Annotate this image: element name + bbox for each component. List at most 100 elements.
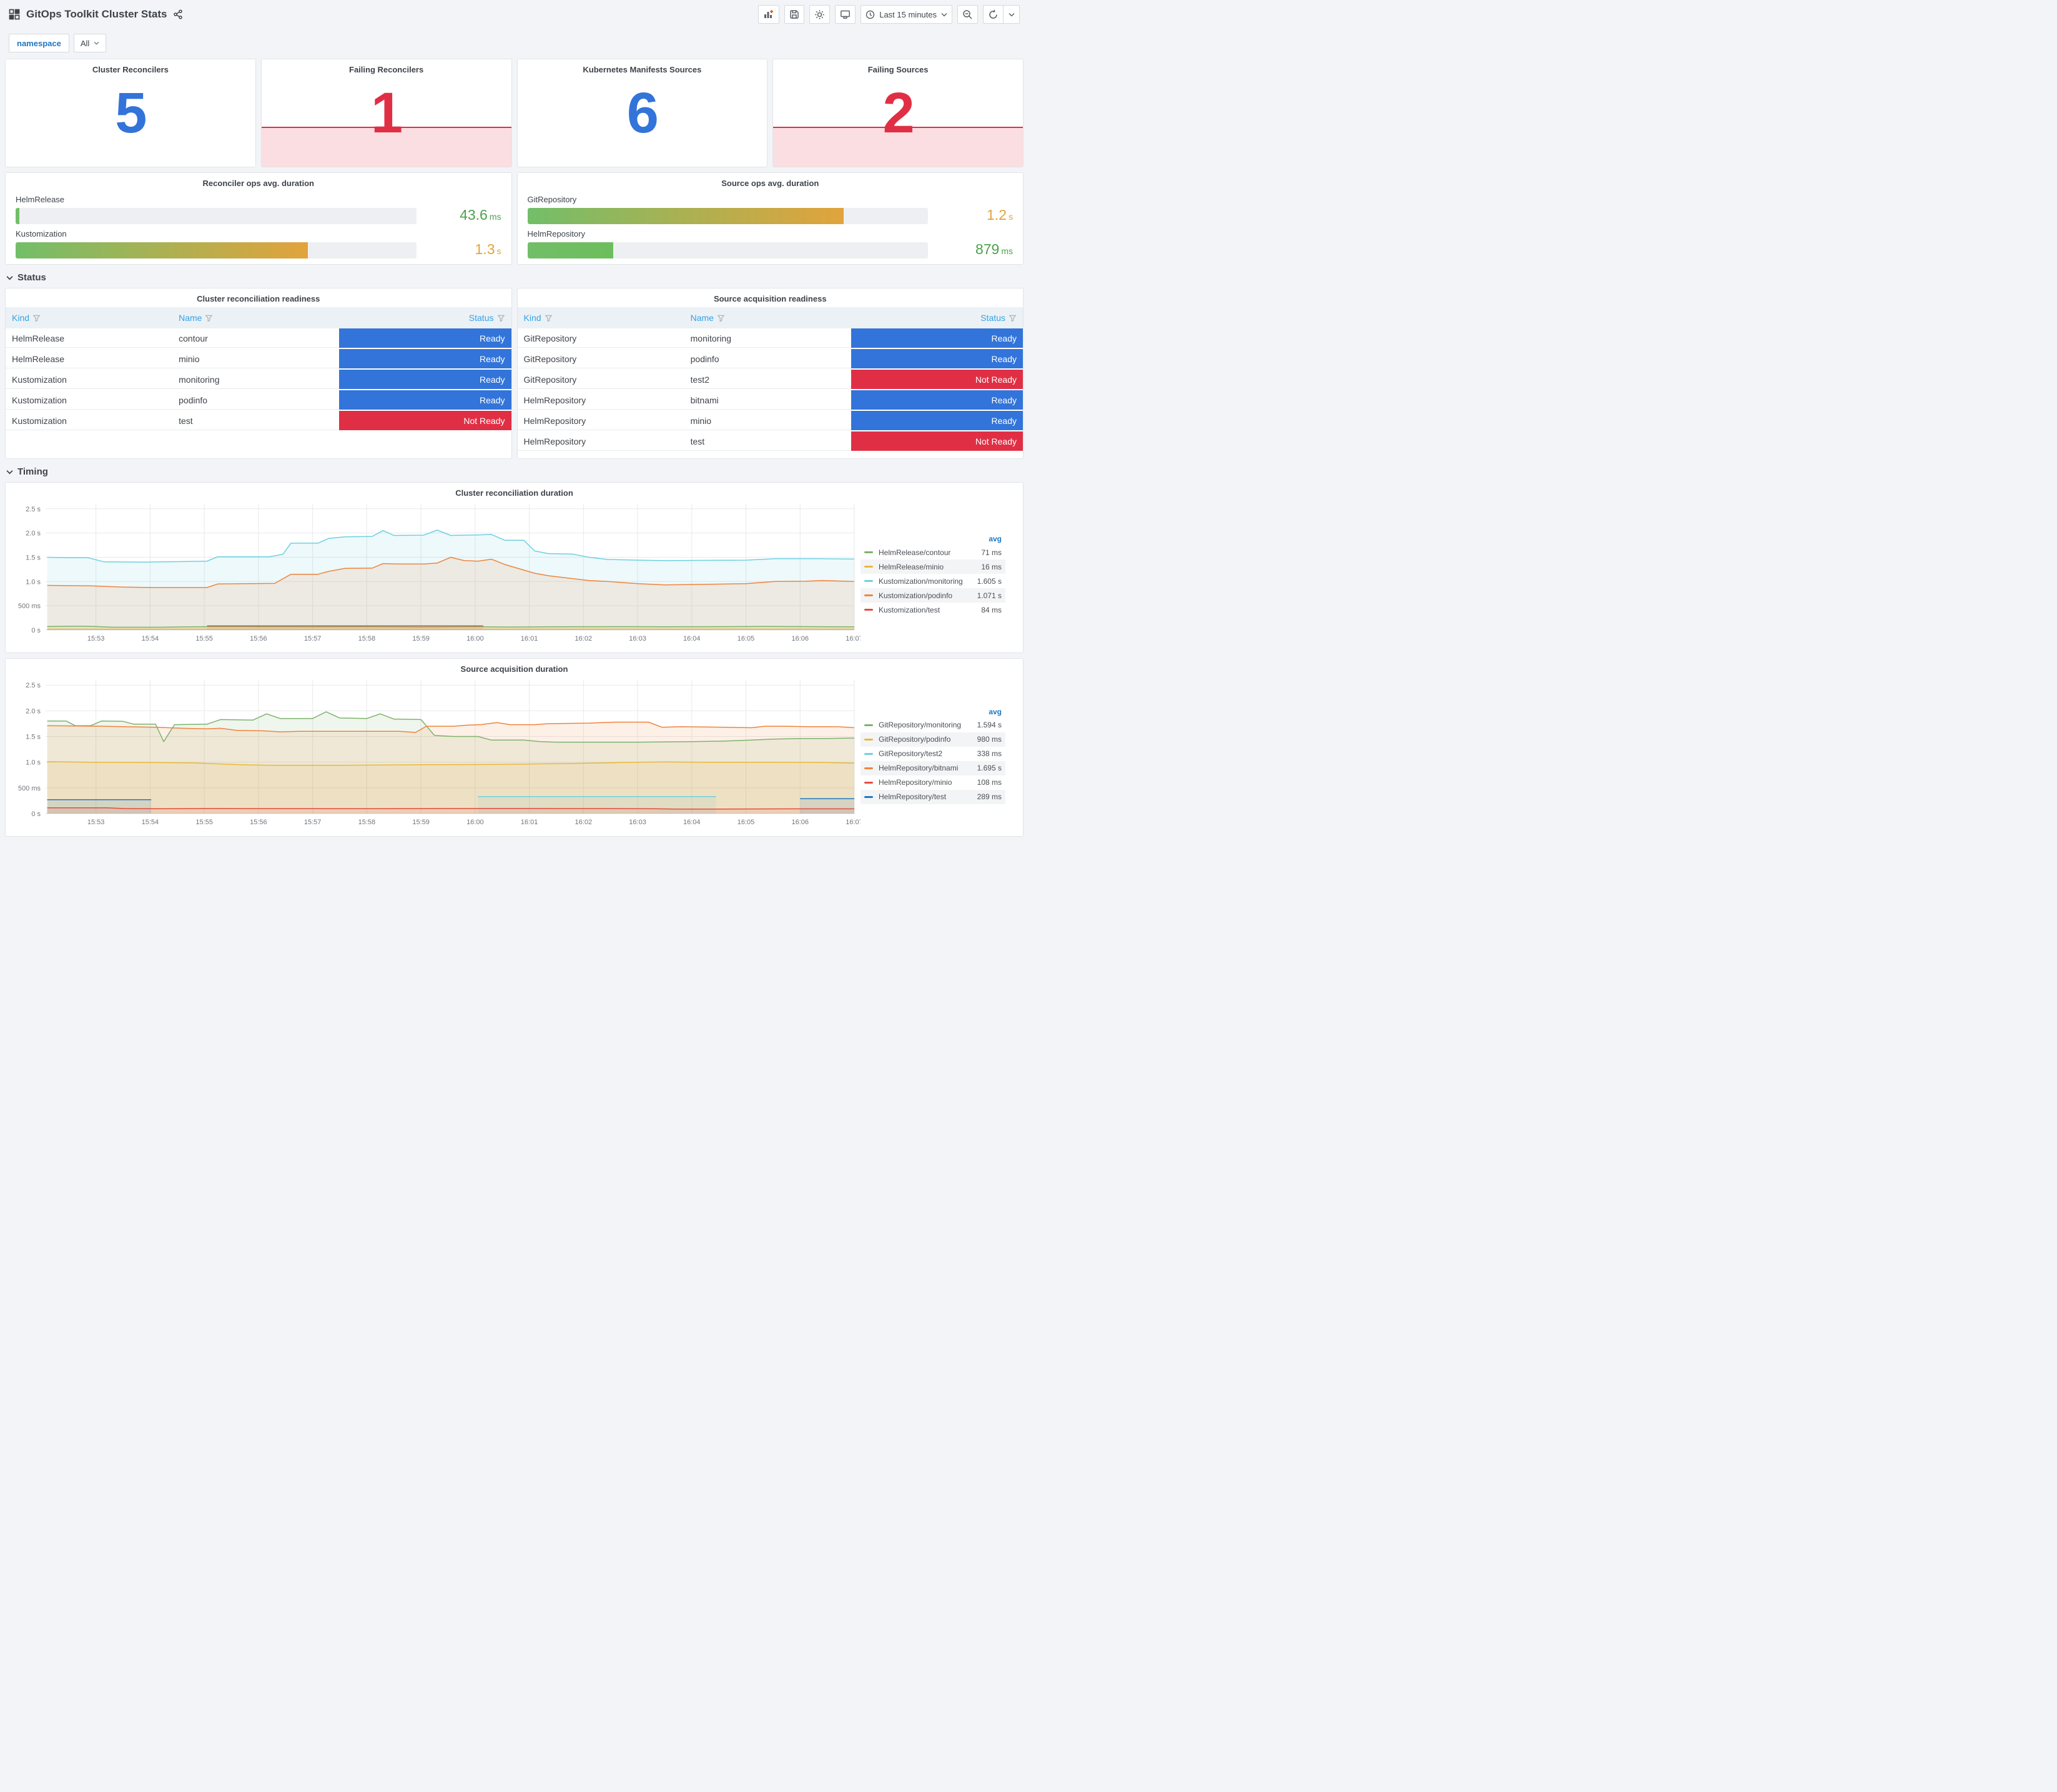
panel-title[interactable]: Cluster Reconcilers — [6, 59, 255, 76]
legend-item[interactable]: Kustomization/monitoring 1.605 s — [861, 574, 1005, 588]
svg-text:15:53: 15:53 — [87, 635, 105, 642]
column-header-status[interactable]: Status — [851, 307, 1023, 328]
zoom-out-button[interactable] — [957, 5, 978, 24]
cluster-reconciliation-duration-panel: Cluster reconciliation duration 15:53 15:… — [5, 482, 1024, 653]
cell-kind: HelmRelease — [6, 349, 173, 370]
svg-text:15:57: 15:57 — [304, 635, 322, 642]
svg-text:1.0 s: 1.0 s — [26, 578, 41, 586]
bar-gauge-row: GitRepository 1.2 s — [527, 195, 1013, 225]
cell-kind: GitRepository — [517, 349, 684, 370]
refresh-button[interactable] — [983, 5, 1004, 24]
series-avg-value: 338 ms — [977, 749, 1002, 758]
bar-gauge-value: 1.3 s — [475, 241, 501, 257]
svg-text:16:07: 16:07 — [846, 819, 861, 826]
panel-title[interactable]: Source acquisition readiness — [518, 288, 1024, 305]
status-badge: Ready — [851, 328, 1023, 349]
table-row: GitRepository monitoring Ready — [517, 328, 1023, 349]
svg-text:1.5 s: 1.5 s — [26, 554, 41, 561]
legend-item[interactable]: GitRepository/test2 338 ms — [861, 747, 1005, 761]
legend-avg-header[interactable]: avg — [861, 706, 1005, 718]
table-row: GitRepository podinfo Ready — [517, 349, 1023, 370]
series-color-dash — [864, 551, 873, 553]
series-avg-value: 108 ms — [977, 778, 1002, 787]
series-name: HelmRepository/bitnami — [879, 764, 959, 772]
column-header-name[interactable]: Name — [684, 307, 851, 328]
timeseries-chart[interactable]: 15:53 15:54 15:55 15:56 15:57 15:58 15:59 16:00… — [8, 675, 861, 829]
bar-gauge-row: Kustomization 1.3 s — [16, 229, 501, 259]
svg-text:16:05: 16:05 — [737, 819, 755, 826]
panel-title[interactable]: Failing Reconcilers — [262, 59, 511, 76]
cell-kind: Kustomization — [6, 370, 173, 390]
add-panel-button[interactable] — [758, 5, 780, 24]
panel-title[interactable]: Cluster reconciliation readiness — [6, 288, 511, 305]
cell-name: monitoring — [684, 328, 851, 349]
tv-cycle-view-button[interactable] — [835, 5, 856, 24]
legend-avg-header[interactable]: avg — [861, 533, 1005, 545]
dashboard-variables: namespace All — [0, 25, 1028, 59]
series-name: HelmRelease/contour — [879, 548, 951, 557]
dashboard-settings-button[interactable] — [809, 5, 831, 24]
svg-text:16:07: 16:07 — [846, 635, 861, 642]
bar-gauge-track — [527, 207, 928, 224]
series-color-dash — [864, 609, 873, 611]
series-avg-value: 16 ms — [981, 562, 1002, 571]
panel-title[interactable]: Failing Sources — [773, 59, 1023, 76]
svg-text:15:54: 15:54 — [142, 819, 159, 826]
legend-rows: HelmRelease/contour 71 ms HelmRelease/mi… — [861, 545, 1005, 617]
cluster-readiness-panel: Cluster reconciliation readiness Kind Na… — [5, 288, 512, 459]
refresh-interval-dropdown[interactable] — [1004, 5, 1020, 24]
table-row: HelmRepository test Not Ready — [517, 431, 1023, 452]
svg-text:15:54: 15:54 — [142, 635, 159, 642]
svg-text:15:56: 15:56 — [250, 635, 267, 642]
legend-item[interactable]: GitRepository/podinfo 980 ms — [861, 732, 1005, 747]
svg-text:2.0 s: 2.0 s — [26, 707, 41, 715]
time-range-label: Last 15 minutes — [879, 9, 937, 19]
section-timing[interactable]: Timing — [5, 459, 1024, 482]
stat-panel: Kubernetes Manifests Sources 6 — [516, 59, 768, 167]
share-icon[interactable] — [173, 9, 183, 19]
series-avg-value: 71 ms — [981, 548, 1002, 557]
legend-item[interactable]: Kustomization/podinfo 1.071 s — [861, 588, 1005, 603]
tables-row: Cluster reconciliation readiness Kind Na… — [5, 288, 1024, 459]
column-header-name[interactable]: Name — [172, 307, 340, 328]
panel-title[interactable]: Kubernetes Manifests Sources — [518, 59, 767, 76]
legend-item[interactable]: HelmRelease/minio 16 ms — [861, 559, 1005, 574]
column-header-kind[interactable]: Kind — [6, 307, 173, 328]
panel-title[interactable]: Reconciler ops avg. duration — [6, 173, 511, 189]
section-status[interactable]: Status — [5, 265, 1024, 288]
chevron-down-icon — [94, 41, 99, 45]
save-dashboard-button[interactable] — [784, 5, 805, 24]
series-avg-value: 289 ms — [977, 792, 1002, 801]
panel-title[interactable]: Cluster reconciliation duration — [6, 483, 1023, 499]
svg-text:16:03: 16:03 — [629, 635, 646, 642]
reconciler-ops-panel: Reconciler ops avg. duration HelmRelease… — [5, 172, 512, 265]
cell-name: podinfo — [172, 390, 340, 411]
status-badge: Ready — [851, 349, 1023, 370]
legend-item[interactable]: GitRepository/monitoring 1.594 s — [861, 718, 1005, 732]
legend-item[interactable]: HelmRepository/minio 108 ms — [861, 775, 1005, 790]
svg-text:16:06: 16:06 — [791, 635, 809, 642]
svg-text:500 ms: 500 ms — [18, 785, 41, 792]
chart-legend: avg HelmRelease/contour 71 ms HelmReleas… — [861, 499, 1012, 651]
panel-title[interactable]: Source acquisition duration — [6, 659, 1023, 675]
legend-item[interactable]: HelmRepository/bitnami 1.695 s — [861, 761, 1005, 775]
column-header-status[interactable]: Status — [339, 307, 511, 328]
column-header-kind[interactable]: Kind — [517, 307, 684, 328]
variable-label: namespace — [9, 34, 69, 52]
bar-gauge-label: Kustomization — [16, 229, 67, 239]
dashboard-title[interactable]: GitOps Toolkit Cluster Stats — [26, 8, 167, 21]
filter-funnel-icon — [1009, 315, 1017, 322]
svg-text:16:00: 16:00 — [466, 819, 484, 826]
bar-gauge-track — [16, 242, 417, 258]
panel-title[interactable]: Source ops avg. duration — [518, 173, 1024, 189]
timeseries-chart[interactable]: 15:53 15:54 15:55 15:56 15:57 15:58 15:59 16:00… — [8, 499, 861, 645]
legend-item[interactable]: HelmRelease/contour 71 ms — [861, 545, 1005, 559]
series-name: HelmRelease/minio — [879, 562, 944, 571]
series-color-dash — [864, 781, 873, 784]
cell-kind: GitRepository — [517, 370, 684, 390]
namespace-variable-dropdown[interactable]: All — [73, 34, 107, 52]
series-name: Kustomization/test — [879, 605, 940, 614]
time-range-picker[interactable]: Last 15 minutes — [861, 5, 952, 24]
legend-item[interactable]: HelmRepository/test 289 ms — [861, 789, 1005, 804]
legend-item[interactable]: Kustomization/test 84 ms — [861, 603, 1005, 617]
